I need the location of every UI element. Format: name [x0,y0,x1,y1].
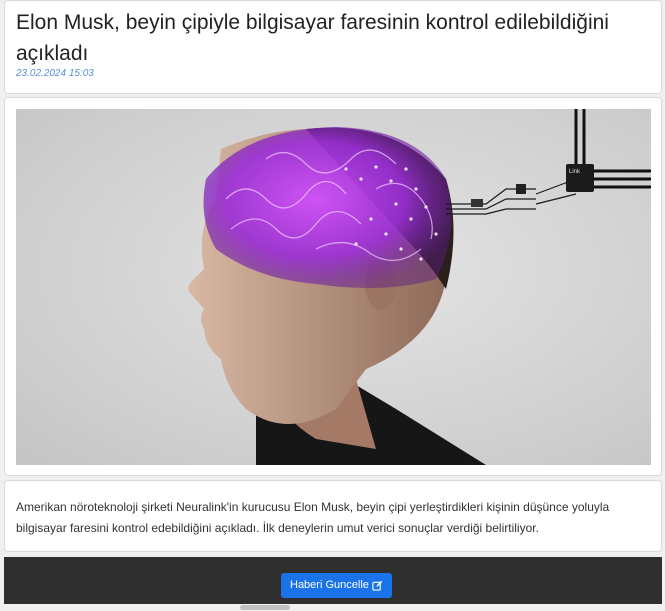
image-card: Link [4,97,662,476]
article-title: Elon Musk, beyin çipiyle bilgisayar fare… [16,11,609,65]
news-page: Elon Musk, beyin çipiyle bilgisayar fare… [0,0,665,611]
horizontal-scrollbar[interactable] [0,604,665,611]
update-news-button[interactable]: Haberi Guncelle [281,573,392,598]
article-date: 23.02.2024 15:03 [16,68,94,79]
chip-label: Link [569,169,581,175]
action-bar: Haberi Guncelle [4,557,662,611]
edit-icon [372,580,383,591]
scrollbar-thumb[interactable] [240,605,290,610]
title-card: Elon Musk, beyin çipiyle bilgisayar fare… [4,0,662,94]
article-summary: Amerikan nöroteknoloji şirketi Neuralink… [16,500,610,535]
summary-card: Amerikan nöroteknoloji şirketi Neuralink… [4,480,662,552]
article-image: Link [16,109,651,465]
update-news-button-label: Haberi Guncelle [290,579,369,591]
